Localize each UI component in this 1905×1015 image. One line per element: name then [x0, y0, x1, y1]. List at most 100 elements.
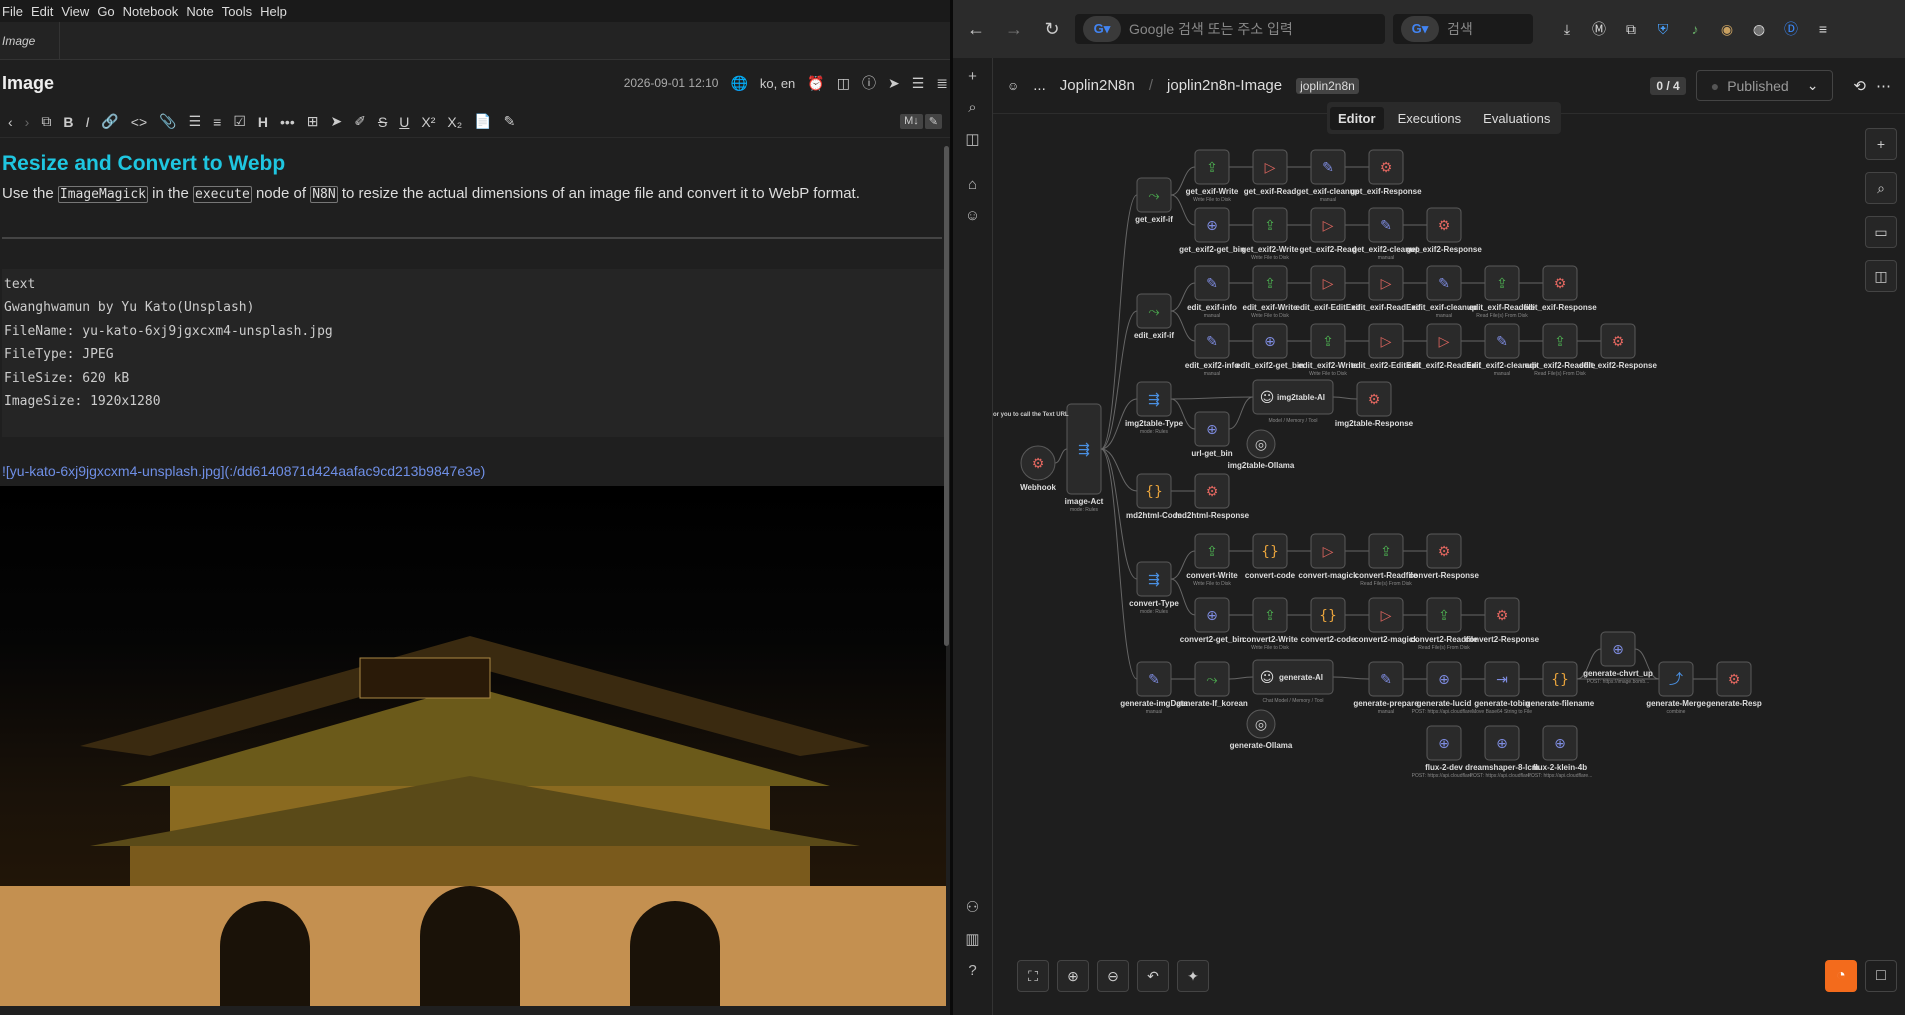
forward-icon[interactable]: →: [999, 19, 1029, 40]
node-e5[interactable]: ✎ edit_exif-cleanupmanual: [1411, 265, 1477, 319]
info-icon[interactable]: ⓘ: [862, 73, 876, 93]
menu-notebook[interactable]: Notebook: [121, 4, 185, 19]
more-icon[interactable]: ⋯: [1876, 77, 1891, 95]
node-g1[interactable]: ⇪ get_exif-WriteWrite File to Disk: [1186, 149, 1239, 203]
insights-icon[interactable]: ▥: [965, 930, 979, 948]
node-n2[interactable]: ⤳ generate-If_korean: [1176, 661, 1248, 708]
panel-toggle-icon[interactable]: ◫: [1865, 260, 1897, 292]
forward-icon[interactable]: ›: [25, 114, 30, 130]
strikethrough-icon[interactable]: S: [378, 114, 387, 130]
connection[interactable]: [1170, 310, 1196, 342]
alarm-icon[interactable]: ⏰: [807, 75, 824, 92]
fit-view-icon[interactable]: ⛶: [1017, 960, 1049, 992]
back-icon[interactable]: ‹: [8, 114, 13, 130]
attach-icon[interactable]: 📎: [159, 113, 176, 130]
node-f2[interactable]: ⊕ edit_exif2-get_bin: [1236, 323, 1304, 370]
node-d3[interactable]: {} convert2-code: [1301, 597, 1356, 644]
checkbox-icon[interactable]: ☑: [233, 113, 246, 130]
node-g4[interactable]: ⚙ get_exif-Response: [1350, 149, 1422, 196]
back-icon[interactable]: ←: [961, 19, 991, 40]
node-x2[interactable]: ⊕ dreamshaper-8-lcmPOST: https://api.clou…: [1465, 725, 1539, 779]
markdown-toggle[interactable]: M↓: [900, 114, 923, 129]
sticky-note-icon[interactable]: ▭: [1865, 216, 1897, 248]
connection[interactable]: [1054, 448, 1068, 464]
list-icon[interactable]: ☰: [912, 75, 925, 92]
link-icon[interactable]: 🔗: [101, 113, 118, 130]
user-icon[interactable]: ☺: [965, 207, 980, 224]
underline-icon[interactable]: U: [399, 114, 409, 130]
node-d2[interactable]: ⇪ convert2-WriteWrite File to Disk: [1242, 597, 1298, 651]
node-webhook[interactable]: ⚙ Webhook: [1020, 445, 1056, 492]
node-x3[interactable]: ⊕ flux-2-klein-4bPOST: https://api.cloudf…: [1528, 725, 1593, 779]
connection[interactable]: [1228, 676, 1254, 680]
menu-help[interactable]: Help: [258, 4, 293, 19]
node-n5[interactable]: ⊕ generate-lucidPOST: https://api.cloudfl…: [1412, 661, 1477, 715]
zoom-out-icon[interactable]: ⊖: [1097, 960, 1129, 992]
node-c2[interactable]: {} convert-code: [1245, 533, 1296, 580]
tidy-icon[interactable]: ✦: [1177, 960, 1209, 992]
undo-icon[interactable]: ↶: [1137, 960, 1169, 992]
add-node-icon[interactable]: +: [1865, 128, 1897, 160]
rich-text-toggle[interactable]: ✎: [924, 114, 942, 129]
bold-icon[interactable]: B: [63, 114, 73, 130]
connection[interactable]: [1332, 676, 1370, 680]
node-c1[interactable]: ⇪ convert-WriteWrite File to Disk: [1186, 533, 1238, 587]
node-act[interactable]: ⇶ image-Actmode: Rules: [1065, 403, 1104, 513]
node-n3[interactable]: ☺ generate-AI Chat Model / Memory / Tool: [1252, 659, 1334, 704]
note-title[interactable]: Image: [2, 73, 54, 94]
node-e1[interactable]: ✎ edit_exif-infomanual: [1187, 265, 1237, 319]
node-m2[interactable]: ⚙ md2html-Response: [1175, 473, 1250, 520]
send-icon[interactable]: ➤: [330, 113, 342, 130]
node-e2[interactable]: ⇪ edit_exif-WriteWrite File to Disk: [1243, 265, 1299, 319]
workflow-graph[interactable]: ⚙Webhook⇶image-Actmode: Rules ⤳get_exif-i…: [993, 114, 1905, 974]
node-ir[interactable]: ⚙ img2table-Response: [1335, 381, 1414, 428]
breadcrumb-folder[interactable]: Joplin2N8n: [1060, 77, 1135, 94]
menu-view[interactable]: View: [59, 4, 95, 19]
help-icon[interactable]: ?: [968, 962, 976, 979]
node-eif[interactable]: ⤳ edit_exif-if: [1134, 293, 1174, 340]
zoom-in-icon[interactable]: ⊕: [1057, 960, 1089, 992]
m-extension-icon[interactable]: Ⓜ: [1587, 19, 1611, 39]
search-node-icon[interactable]: ⌕: [1865, 172, 1897, 204]
node-n6[interactable]: ⇥ generate-tobinMove Base64 String to Fil…: [1472, 661, 1532, 715]
bullet-list-icon[interactable]: ☰: [189, 113, 202, 130]
node-n9[interactable]: ⤴ generate-Mergecombine: [1646, 661, 1706, 715]
note-date[interactable]: 2026-09-01 12:10: [624, 76, 719, 90]
node-gif[interactable]: ⤳ get_exif-if: [1135, 177, 1173, 224]
palette-icon[interactable]: ◍: [1747, 21, 1771, 38]
image-link[interactable]: ![yu-kato-6xj9jgxcxm4-unsplash.jpg](:/dd…: [2, 463, 948, 479]
subscript-icon[interactable]: X₂: [447, 114, 462, 130]
download-icon[interactable]: ⤓: [1555, 21, 1579, 38]
spellcheck-lang[interactable]: ko, en: [760, 76, 795, 91]
code-icon[interactable]: <>: [131, 114, 147, 130]
node-io[interactable]: ◎ img2table-Ollama: [1228, 429, 1295, 470]
menu-edit[interactable]: Edit: [29, 4, 59, 19]
scrollbar[interactable]: [944, 146, 949, 646]
connection[interactable]: [1100, 310, 1138, 450]
node-g7[interactable]: ▷ get_exif2-Read: [1300, 207, 1357, 254]
note-tab[interactable]: Image: [0, 22, 60, 59]
ai-assistant-button[interactable]: ◔: [1825, 960, 1857, 992]
chevron-down-icon[interactable]: ⌄: [1807, 77, 1819, 94]
puzzle-icon[interactable]: ⧉: [1619, 21, 1643, 38]
address-bar[interactable]: G▾ Google 검색 또는 주소 입력: [1075, 14, 1385, 44]
numbered-list-icon[interactable]: ≡: [213, 114, 221, 130]
menu-icon[interactable]: ≣: [936, 75, 948, 92]
node-it[interactable]: ⇶ img2table-Typemode: Rules: [1125, 381, 1184, 435]
menu-note[interactable]: Note: [184, 4, 219, 19]
google-icon[interactable]: G▾: [1401, 16, 1439, 42]
connection[interactable]: [1170, 578, 1196, 616]
user-icon[interactable]: ☺: [1007, 79, 1019, 93]
google-icon[interactable]: G▾: [1083, 16, 1121, 42]
reload-icon[interactable]: ↻: [1037, 19, 1067, 40]
superscript-icon[interactable]: X²: [421, 114, 435, 130]
hr-icon[interactable]: •••: [280, 114, 295, 130]
italic-icon[interactable]: I: [85, 114, 89, 130]
workflow-name[interactable]: joplin2n8n-Image: [1167, 77, 1282, 94]
node-g5[interactable]: ⊕ get_exif2-get_bin: [1179, 207, 1245, 254]
node-f3[interactable]: ⇪ edit_exif2-WriteWrite File to Disk: [1298, 323, 1358, 377]
node-c3[interactable]: ▷ convert-magick: [1298, 533, 1358, 580]
connection[interactable]: [1100, 448, 1138, 492]
published-button[interactable]: ● Published ⌄: [1695, 70, 1834, 101]
pen-icon[interactable]: ✎: [504, 113, 516, 130]
